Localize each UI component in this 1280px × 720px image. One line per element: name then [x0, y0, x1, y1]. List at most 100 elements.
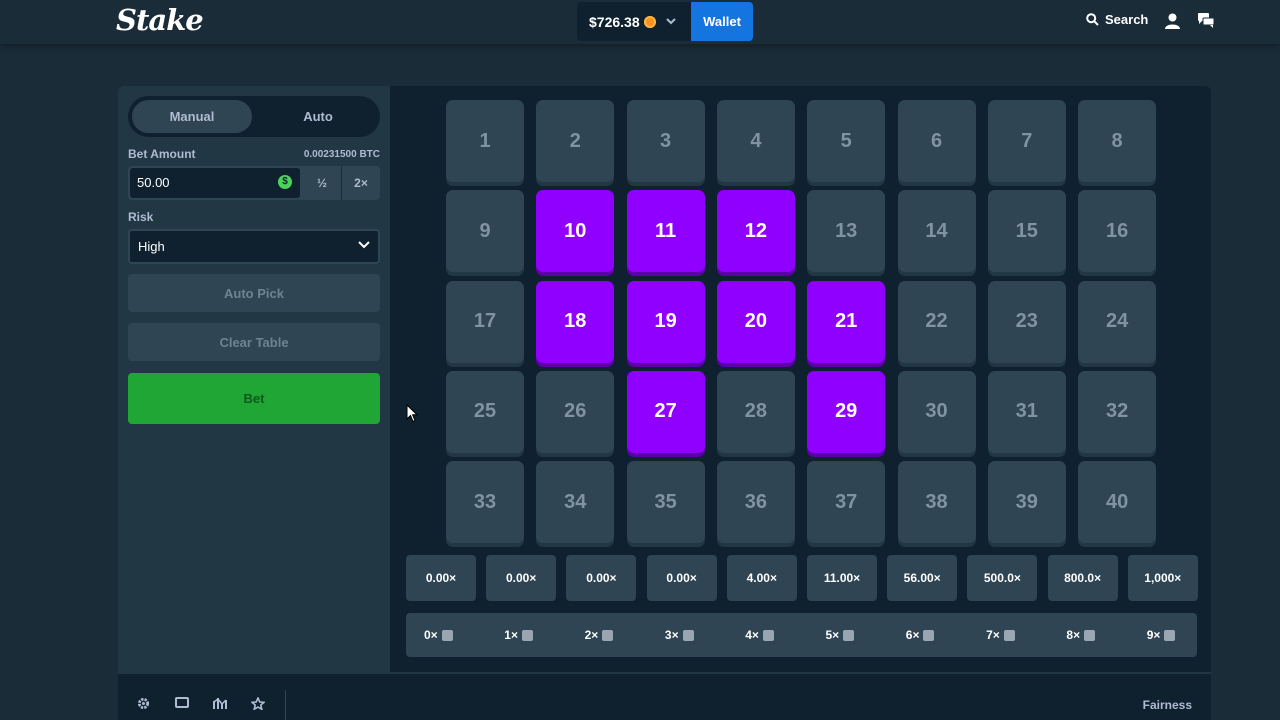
gem-icon [521, 629, 533, 641]
risk-select[interactable]: High [128, 229, 380, 264]
keno-tile[interactable]: 16 [1078, 190, 1157, 273]
hit-count: 8× [1066, 613, 1096, 657]
balance-amount: $726.38 [589, 13, 640, 30]
keno-tile[interactable]: 32 [1078, 370, 1157, 453]
favorite-star-icon[interactable] [251, 697, 265, 710]
keno-tile-selected[interactable]: 20 [716, 280, 795, 363]
gem-icon [602, 629, 614, 641]
hit-count-label: 1× [504, 628, 518, 642]
hit-count-label: 0× [424, 628, 438, 642]
keno-tile-selected[interactable]: 12 [716, 190, 795, 273]
payout-multiplier: 800.0× [1047, 555, 1118, 601]
keno-tile[interactable]: 23 [987, 280, 1066, 363]
risk-label: Risk [128, 210, 154, 224]
payout-multiplier: 1,000× [1127, 555, 1198, 601]
top-navigation-bar: Stake $726.38 Wallet Search [0, 0, 1280, 44]
mouse-cursor-icon [406, 404, 418, 423]
keno-tile[interactable]: 38 [897, 461, 976, 544]
keno-tile-selected[interactable]: 11 [626, 190, 705, 273]
keno-tile[interactable]: 15 [987, 190, 1066, 273]
keno-tile[interactable]: 22 [897, 280, 976, 363]
hit-count-label: 8× [1066, 628, 1081, 642]
keno-tile[interactable]: 14 [897, 190, 976, 273]
keno-tile[interactable]: 2 [536, 100, 615, 182]
bet-amount-group: 50.00 $ ½ 2× [128, 166, 380, 200]
hit-count-label: 4× [745, 628, 759, 642]
game-footer: Fairness [118, 672, 1211, 720]
double-bet-button[interactable]: 2× [341, 166, 380, 200]
half-bet-button[interactable]: ½ [303, 166, 341, 200]
keno-tile-selected[interactable]: 18 [536, 280, 615, 363]
hit-count: 1× [504, 613, 533, 657]
keno-tile[interactable]: 33 [446, 461, 524, 544]
keno-tile[interactable]: 36 [716, 461, 795, 544]
gem-icon [682, 629, 694, 641]
risk-selected-value: High [138, 239, 165, 254]
hit-count-label: 2× [584, 628, 599, 642]
search-label: Search [1105, 12, 1149, 27]
gear-icon[interactable] [137, 697, 150, 710]
keno-tile[interactable]: 7 [987, 100, 1066, 182]
hit-count: 3× [665, 613, 694, 657]
keno-tile[interactable]: 6 [897, 100, 976, 182]
payout-multiplier: 56.00× [887, 555, 958, 601]
bet-amount-btc: 0.00231500 BTC [303, 149, 380, 160]
search-icon [1086, 13, 1099, 26]
tab-manual[interactable]: Manual [132, 100, 252, 133]
chat-icon[interactable] [1198, 13, 1214, 28]
payout-multiplier: 0.00× [406, 555, 476, 601]
keno-tile[interactable]: 39 [987, 461, 1066, 544]
keno-tile[interactable]: 1 [446, 100, 524, 182]
user-profile-icon[interactable] [1165, 13, 1180, 29]
keno-tile[interactable]: 9 [446, 190, 524, 273]
keno-tile-selected[interactable]: 19 [626, 280, 705, 363]
keno-tile[interactable]: 37 [807, 461, 886, 544]
keno-tile[interactable]: 25 [446, 370, 524, 453]
keno-tile[interactable]: 40 [1078, 461, 1157, 544]
keno-tile-selected[interactable]: 10 [536, 190, 615, 273]
bet-amount-label: Bet Amount [128, 147, 196, 161]
footer-divider [285, 690, 286, 720]
keno-tile[interactable]: 34 [536, 461, 615, 544]
payout-multiplier: 0.00× [566, 555, 637, 601]
wallet-button[interactable]: Wallet [691, 2, 753, 41]
keno-tile[interactable]: 24 [1078, 280, 1157, 363]
stake-logo[interactable]: Stake [116, 3, 204, 37]
keno-tile[interactable]: 35 [626, 461, 705, 544]
payout-multiplier: 4.00× [726, 555, 797, 601]
keno-tile[interactable]: 5 [807, 100, 886, 182]
stats-icon[interactable] [213, 697, 227, 710]
tab-auto[interactable]: Auto [258, 100, 378, 133]
gem-icon [441, 629, 453, 641]
keno-tile[interactable]: 4 [716, 100, 795, 182]
hits-bar: 0× 1× 2× 3× 4× 5× 6× 7× 8× 9× [406, 613, 1197, 657]
keno-tile-selected[interactable]: 21 [807, 280, 886, 363]
hit-count: 2× [585, 613, 614, 657]
auto-pick-button[interactable]: Auto Pick [128, 274, 380, 312]
keno-tile[interactable]: 8 [1078, 100, 1157, 182]
hit-count: 6× [906, 613, 935, 657]
balance-selector[interactable]: $726.38 [577, 2, 691, 41]
keno-tile[interactable]: 26 [536, 370, 615, 453]
keno-tile[interactable]: 31 [987, 370, 1066, 453]
dollar-currency-icon: $ [278, 175, 292, 189]
fairness-link[interactable]: Fairness [1143, 698, 1192, 712]
clear-table-button[interactable]: Clear Table [128, 323, 380, 361]
theatre-mode-icon[interactable] [175, 697, 189, 708]
payout-multiplier: 0.00× [486, 555, 557, 601]
bet-button[interactable]: Bet [128, 373, 380, 424]
keno-game-container: Manual Auto Bet Amount 0.00231500 BTC 50… [118, 86, 1211, 720]
keno-tile[interactable]: 30 [897, 370, 976, 453]
keno-tile[interactable]: 17 [446, 280, 524, 363]
keno-tile[interactable]: 28 [716, 370, 795, 453]
keno-tile-selected[interactable]: 29 [807, 370, 886, 453]
keno-tile-selected[interactable]: 27 [626, 370, 705, 453]
keno-tile[interactable]: 13 [807, 190, 886, 273]
gem-icon [762, 629, 774, 641]
hit-count-label: 6× [905, 628, 920, 642]
bet-controls-sidebar: Manual Auto Bet Amount 0.00231500 BTC 50… [118, 86, 390, 672]
bet-amount-input[interactable]: 50.00 [130, 168, 300, 198]
keno-tile[interactable]: 3 [626, 100, 705, 182]
search-button[interactable]: Search [1086, 12, 1148, 27]
payout-multiplier: 500.0× [967, 555, 1038, 601]
